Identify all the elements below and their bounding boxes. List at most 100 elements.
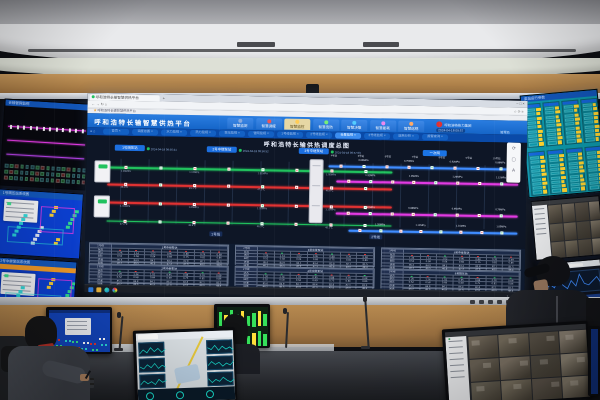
measurement-label: 1.05MPa — [189, 207, 199, 210]
subtab-chip-10[interactable]: 3号线监视 × — [364, 133, 390, 139]
measurement-label: 1.26MPa — [257, 208, 267, 211]
indicator-cell — [46, 166, 50, 170]
subtab-chip-9[interactable]: 全景监视 × — [335, 133, 361, 139]
stat-card — [207, 371, 233, 386]
station-box-chip — [98, 164, 107, 168]
gauge-bar — [540, 160, 545, 164]
camera-thumb — [575, 202, 589, 221]
edge-icon[interactable] — [104, 287, 109, 292]
mini-node — [75, 128, 77, 132]
wall-panel-parameters: 泵站运行参数 — [520, 89, 600, 198]
nav-tab-2[interactable]: 智慧调度 — [256, 118, 282, 129]
thumb-highlight — [570, 380, 578, 385]
gauge-bar — [574, 104, 579, 108]
valve-marker — [296, 186, 299, 189]
new-tab-button[interactable]: + — [163, 95, 165, 100]
valve-marker — [369, 212, 372, 215]
tank-line — [312, 185, 320, 186]
info-line — [3, 284, 31, 287]
subtab-chip-4[interactable]: 热力监视 × — [190, 130, 216, 136]
nav-tab-7[interactable]: 智慧巡视 — [398, 120, 424, 131]
subtab-chip-6[interactable]: 管网监视 × — [248, 131, 274, 137]
chrome-icon[interactable] — [112, 287, 117, 292]
indicator-cell — [4, 176, 8, 180]
line-label: 1号线 — [209, 231, 222, 236]
subtab-chip-11[interactable]: 能耗分析 × — [393, 134, 419, 140]
side-toolbar-icons: ⟳▢A — [506, 142, 521, 175]
gauge-bar — [578, 152, 582, 155]
camera-thumb — [471, 381, 502, 400]
gauge-bar — [593, 103, 597, 106]
camera-thumb — [529, 331, 560, 355]
monitor-map-screen — [135, 330, 234, 400]
nav-tab-icon — [409, 122, 413, 126]
gauge-bar — [595, 133, 600, 137]
wall-panel-pipeline-overview: 长输管网监视 — [0, 98, 91, 190]
indicator-cell — [61, 179, 65, 183]
pipeline — [336, 213, 517, 218]
windows-start-icon[interactable] — [88, 287, 93, 292]
gauge-bar — [558, 141, 562, 145]
monitor-cctv — [442, 321, 592, 400]
indicator-cell — [30, 177, 34, 181]
indicator-cell — [14, 176, 18, 180]
browser-side-toolbar[interactable]: ⟳▢A — [506, 142, 521, 182]
ceiling-slot — [28, 49, 576, 52]
subtab-chip-7[interactable]: 1号线监视 × — [277, 132, 303, 138]
folder-icon[interactable] — [96, 287, 101, 292]
equip-block — [21, 218, 25, 221]
gauge-bar — [594, 124, 599, 128]
valve-marker — [476, 167, 479, 170]
nav-tab-3[interactable]: 智慧监控 — [284, 118, 310, 129]
valve-marker — [359, 229, 362, 232]
ceiling-vent — [237, 42, 275, 47]
indicator-cell — [82, 180, 86, 184]
badge-status-dot — [147, 147, 150, 150]
measurement-label: 1.05MPa — [496, 226, 506, 229]
trim-control-icon — [488, 300, 493, 304]
subtab-chip-12[interactable]: 报警查询 × — [422, 134, 448, 140]
valve-marker — [340, 165, 343, 168]
subtab-chip-3[interactable]: 水力监视 × — [161, 130, 187, 136]
nav-tab-4[interactable]: 智慧安防 — [313, 119, 339, 130]
nav-tab-6[interactable]: 智慧能耗 — [370, 120, 396, 131]
subtab-chip-2[interactable]: 调度总图 × — [132, 129, 158, 135]
measurement-label: 1.31MPa — [456, 226, 466, 229]
valve-marker — [227, 203, 230, 206]
gauge-bar — [595, 129, 599, 133]
section-divider — [399, 164, 401, 228]
measurement-label: 1.31MPa — [365, 175, 375, 178]
station-header-label: 8号站 — [439, 157, 445, 160]
subtab-chip-1[interactable]: 首页 × — [103, 129, 129, 135]
section-divider — [427, 164, 429, 228]
microphone-head — [363, 296, 367, 302]
indicator-cell — [19, 177, 23, 181]
gauge-bar — [593, 111, 598, 115]
nav-tab-label: 智慧巡视 — [398, 126, 424, 131]
bookmark-item[interactable]: 呼和浩特长输智慧供热平台 — [98, 108, 136, 113]
station-badge: 2号中继泵站 — [207, 146, 237, 153]
gauge-row-cell — [590, 185, 599, 189]
info-line — [5, 215, 33, 218]
measurement-label: 1.12MPa — [415, 225, 425, 228]
camera-thumb — [550, 223, 564, 242]
indicator-cell — [20, 171, 24, 175]
gauge-bar — [536, 108, 541, 112]
stat-card — [206, 339, 232, 354]
url-action-icons[interactable]: ☆ ⟳ ≡ — [514, 110, 524, 114]
subtab-chip-5[interactable]: 泵站监视 × — [219, 131, 245, 137]
indicator-cell — [41, 166, 45, 170]
subtab-chip-8[interactable]: 2号线监视 × — [306, 132, 332, 138]
indicator-cell — [50, 178, 54, 182]
thumb-highlight — [551, 381, 559, 386]
nav-tab-1[interactable]: 智慧监测 — [227, 117, 253, 128]
nav-tab-5[interactable]: 智慧决策 — [341, 119, 367, 130]
thumb-highlight — [476, 386, 484, 391]
gauge-bar — [594, 116, 598, 119]
browser-nav-icons[interactable]: ← → ↻ ⌂ — [92, 102, 107, 106]
measurement-label: 46.3℃ — [120, 187, 128, 190]
window-controls[interactable]: – □ × — [516, 102, 524, 106]
tab-title: 呼和浩特长输智慧供热平台 — [96, 95, 139, 100]
platform-title: 呼和浩特长输智慧供热平台 — [94, 116, 191, 128]
table-group: 1号线1号中继泵站状态供压1.261.141.020.950.880.760.6… — [89, 242, 229, 264]
